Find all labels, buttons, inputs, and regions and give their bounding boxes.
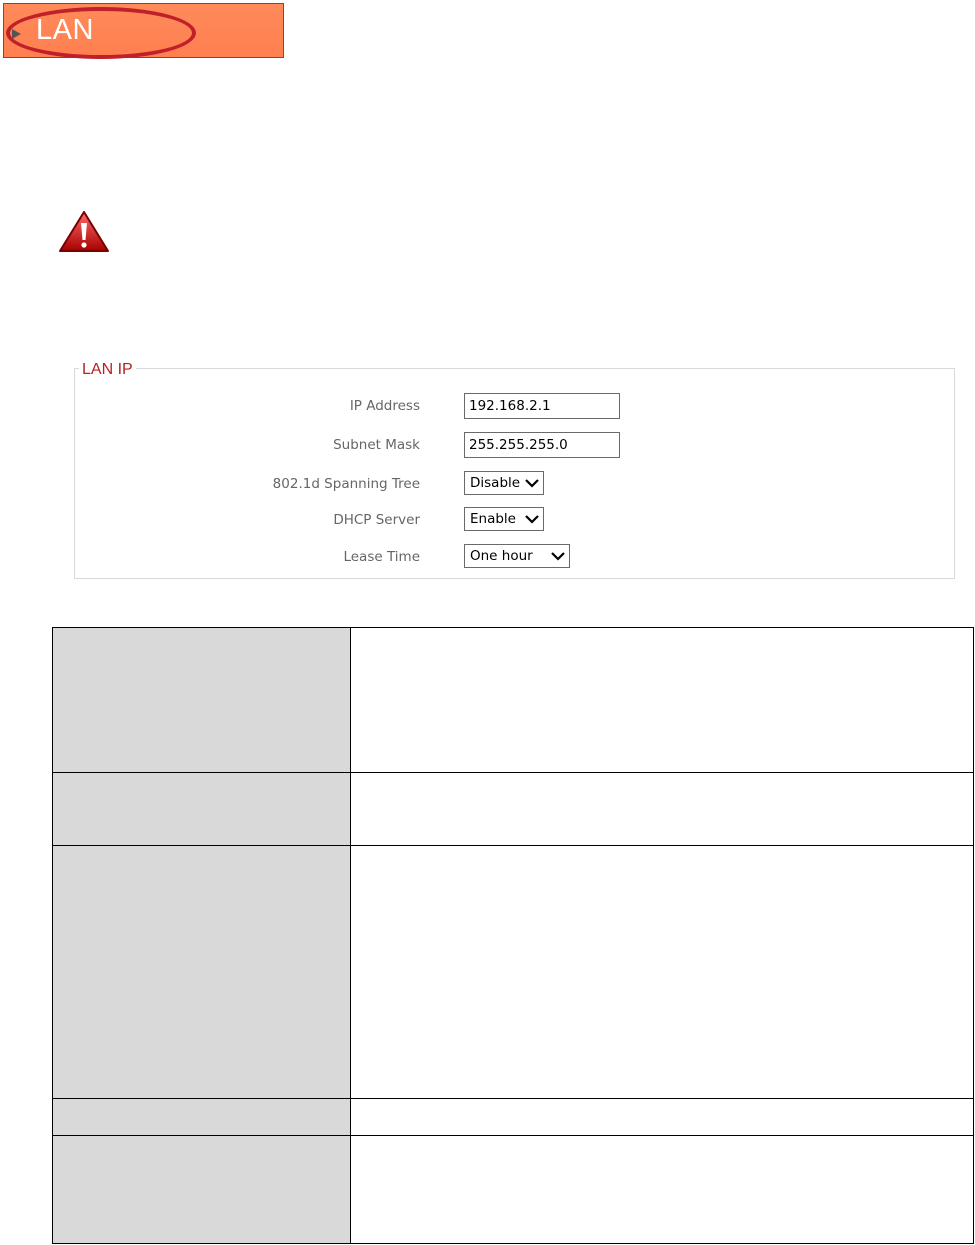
dhcp-server-select[interactable]: Enable (464, 507, 544, 531)
table-key-cell (52, 1098, 351, 1136)
panel-legend: LAN IP (79, 361, 136, 379)
highlight-circle (6, 7, 196, 59)
chevron-down-icon (525, 515, 539, 524)
dhcp-server-label: DHCP Server (333, 512, 420, 528)
table-key-cell (52, 1135, 351, 1244)
table-key-cell (52, 627, 351, 773)
ip-address-label: IP Address (349, 398, 420, 414)
subnet-mask-input[interactable]: 255.255.255.0 (464, 432, 620, 458)
table-row (52, 627, 974, 773)
table-row (52, 1098, 974, 1136)
lan-ip-panel: LAN IP IP Address 192.168.2.1 Subnet Mas… (74, 361, 955, 579)
table-row (52, 1135, 974, 1244)
table-key-cell (52, 772, 351, 846)
table-value-cell (350, 627, 974, 773)
ip-address-row: IP Address 192.168.2.1 (75, 393, 954, 419)
table-value-cell (350, 845, 974, 1099)
subnet-mask-row: Subnet Mask 255.255.255.0 (75, 432, 954, 458)
dhcp-server-value: Enable (470, 511, 516, 527)
description-table (52, 627, 974, 1244)
table-value-cell (350, 772, 974, 846)
dhcp-server-row: DHCP Server Enable (75, 507, 954, 533)
lease-time-value: One hour (470, 548, 533, 564)
table-value-cell (350, 1135, 974, 1244)
lease-time-select[interactable]: One hour (464, 544, 570, 568)
spanning-tree-label: 802.1d Spanning Tree (272, 476, 420, 492)
table-key-cell (52, 845, 351, 1099)
table-row (52, 845, 974, 1099)
table-row (52, 772, 974, 846)
lease-time-label: Lease Time (343, 549, 420, 565)
spanning-tree-select[interactable]: Disable (464, 471, 544, 495)
lease-time-row: Lease Time One hour (75, 544, 954, 570)
chevron-down-icon (525, 479, 539, 488)
spanning-tree-row: 802.1d Spanning Tree Disable (75, 471, 954, 497)
warning-triangle-icon (59, 211, 109, 252)
spanning-tree-value: Disable (470, 475, 521, 491)
subnet-mask-label: Subnet Mask (333, 437, 420, 453)
table-value-cell (350, 1098, 974, 1136)
lan-menu-tab[interactable]: LAN (3, 3, 284, 59)
chevron-down-icon (551, 552, 565, 561)
ip-address-input[interactable]: 192.168.2.1 (464, 393, 620, 419)
